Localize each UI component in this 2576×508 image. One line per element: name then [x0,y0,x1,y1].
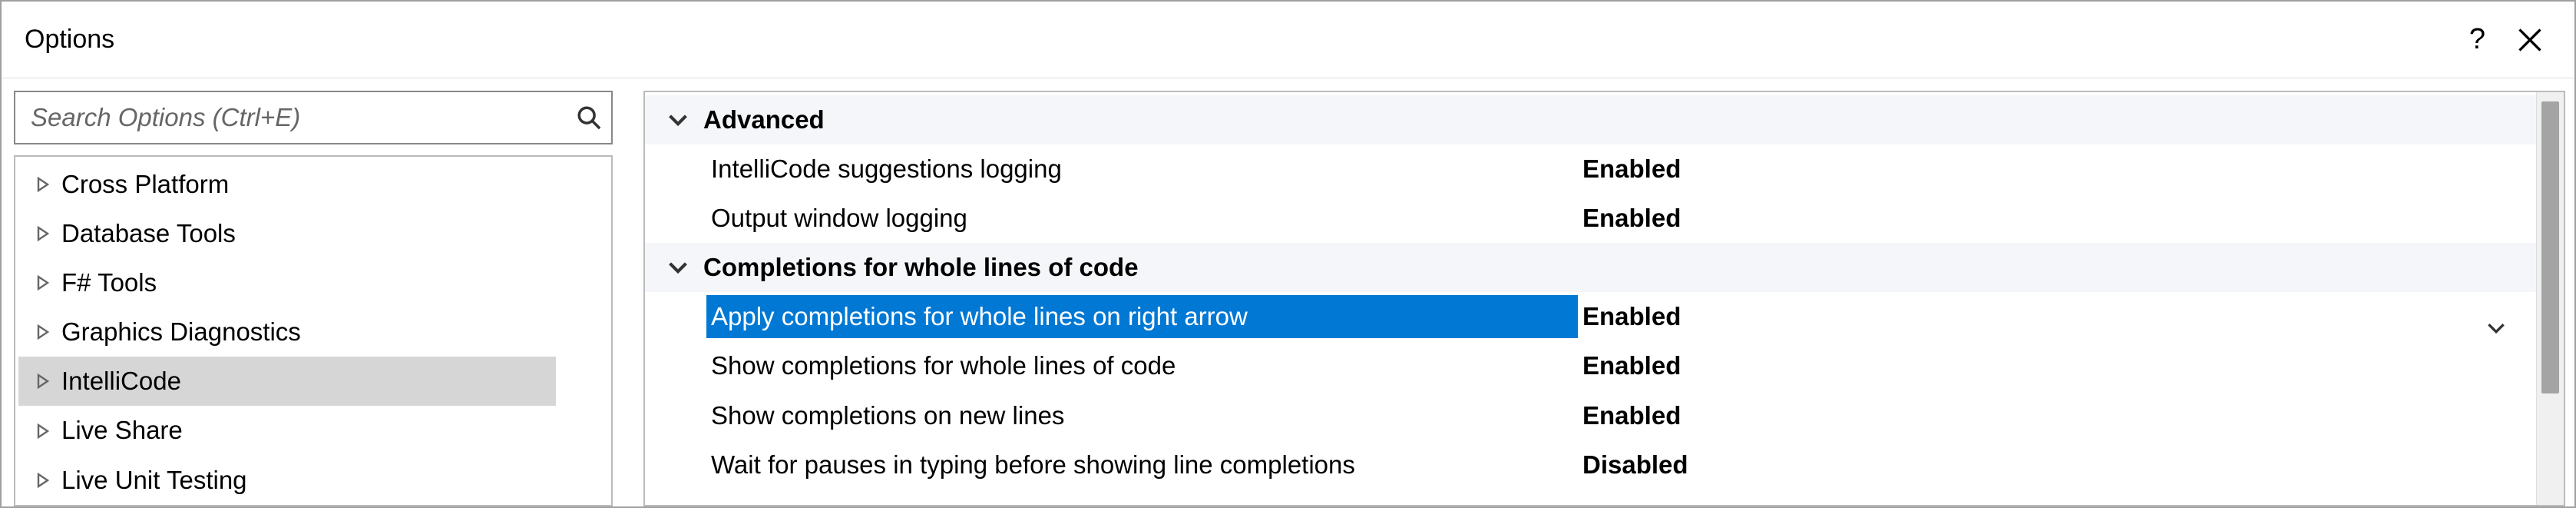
help-icon[interactable]: ? [2469,23,2485,56]
property-list: Advanced IntelliCode suggestions logging… [645,92,2536,505]
prop-row-apply-right-arrow[interactable]: Apply completions for whole lines on rig… [645,292,2536,341]
group-title: Advanced [703,98,825,141]
prop-label: Show completions for whole lines of code [706,344,1578,387]
tree-item-live-unit-testing[interactable]: Live Unit Testing [15,456,611,505]
group-header-advanced[interactable]: Advanced [645,95,2536,144]
chevron-down-icon [668,257,688,277]
tree-item-label: Cross Platform [61,163,229,206]
caret-right-icon [35,177,51,192]
prop-value[interactable]: Enabled [1578,344,2536,387]
caret-right-icon [35,423,51,439]
prop-row-show-new-lines[interactable]: Show completions on new lines Enabled [645,391,2536,440]
vertical-scrollbar[interactable] [2536,92,2564,505]
titlebar-controls: ? [2469,23,2559,56]
sidebar: Cross Platform Database Tools F# Tools G… [14,91,613,506]
prop-value[interactable]: Disabled [1578,443,2536,486]
category-tree: Cross Platform Database Tools F# Tools G… [14,155,613,506]
tree-item-label: F# Tools [61,261,157,304]
caret-right-icon [35,275,51,291]
prop-label: Wait for pauses in typing before showing… [706,443,1578,486]
tree-item-cross-platform[interactable]: Cross Platform [15,160,611,209]
prop-value[interactable]: Enabled [1578,148,2536,191]
close-icon[interactable] [2516,26,2544,54]
prop-row-show-whole-lines[interactable]: Show completions for whole lines of code… [645,341,2536,390]
property-grid: Advanced IntelliCode suggestions logging… [643,91,2565,506]
search-box[interactable] [14,91,613,144]
prop-row-suggestions-logging[interactable]: IntelliCode suggestions logging Enabled [645,144,2536,194]
tree-item-intellicode[interactable]: IntelliCode [18,357,556,406]
tree-item-label: Graphics Diagnostics [61,310,301,354]
caret-right-icon [35,473,51,488]
titlebar: Options ? [2,2,2574,78]
search-input[interactable] [31,103,576,132]
prop-label: Apply completions for whole lines on rig… [706,295,1578,338]
prop-label: Output window logging [706,197,1578,240]
prop-row-wait-pauses[interactable]: Wait for pauses in typing before showing… [645,440,2536,490]
group-title: Completions for whole lines of code [703,246,1139,289]
prop-value[interactable]: Enabled [1578,394,2536,437]
scrollbar-thumb[interactable] [2541,101,2559,393]
tree-item-live-share[interactable]: Live Share [15,406,611,455]
chevron-down-icon[interactable] [2487,307,2505,326]
content-area: Cross Platform Database Tools F# Tools G… [2,78,2574,506]
chevron-down-icon [668,110,688,130]
group-header-completions[interactable]: Completions for whole lines of code [645,243,2536,292]
tree-item-label: Live Unit Testing [61,459,247,502]
prop-label: IntelliCode suggestions logging [706,148,1578,191]
caret-right-icon [35,226,51,241]
prop-value[interactable]: Enabled [1578,295,2487,338]
window-title: Options [25,25,114,55]
tree-item-fsharp-tools[interactable]: F# Tools [15,258,611,307]
caret-right-icon [35,324,51,340]
tree-item-label: Live Share [61,409,183,452]
tree-item-database-tools[interactable]: Database Tools [15,209,611,258]
tree-item-label: IntelliCode [61,360,181,403]
search-icon[interactable] [576,105,602,131]
caret-right-icon [35,374,51,389]
tree-item-graphics-diagnostics[interactable]: Graphics Diagnostics [15,307,611,357]
prop-value[interactable]: Enabled [1578,197,2536,240]
tree-item-label: Database Tools [61,212,236,255]
prop-row-output-logging[interactable]: Output window logging Enabled [645,194,2536,243]
prop-label: Show completions on new lines [706,394,1578,437]
